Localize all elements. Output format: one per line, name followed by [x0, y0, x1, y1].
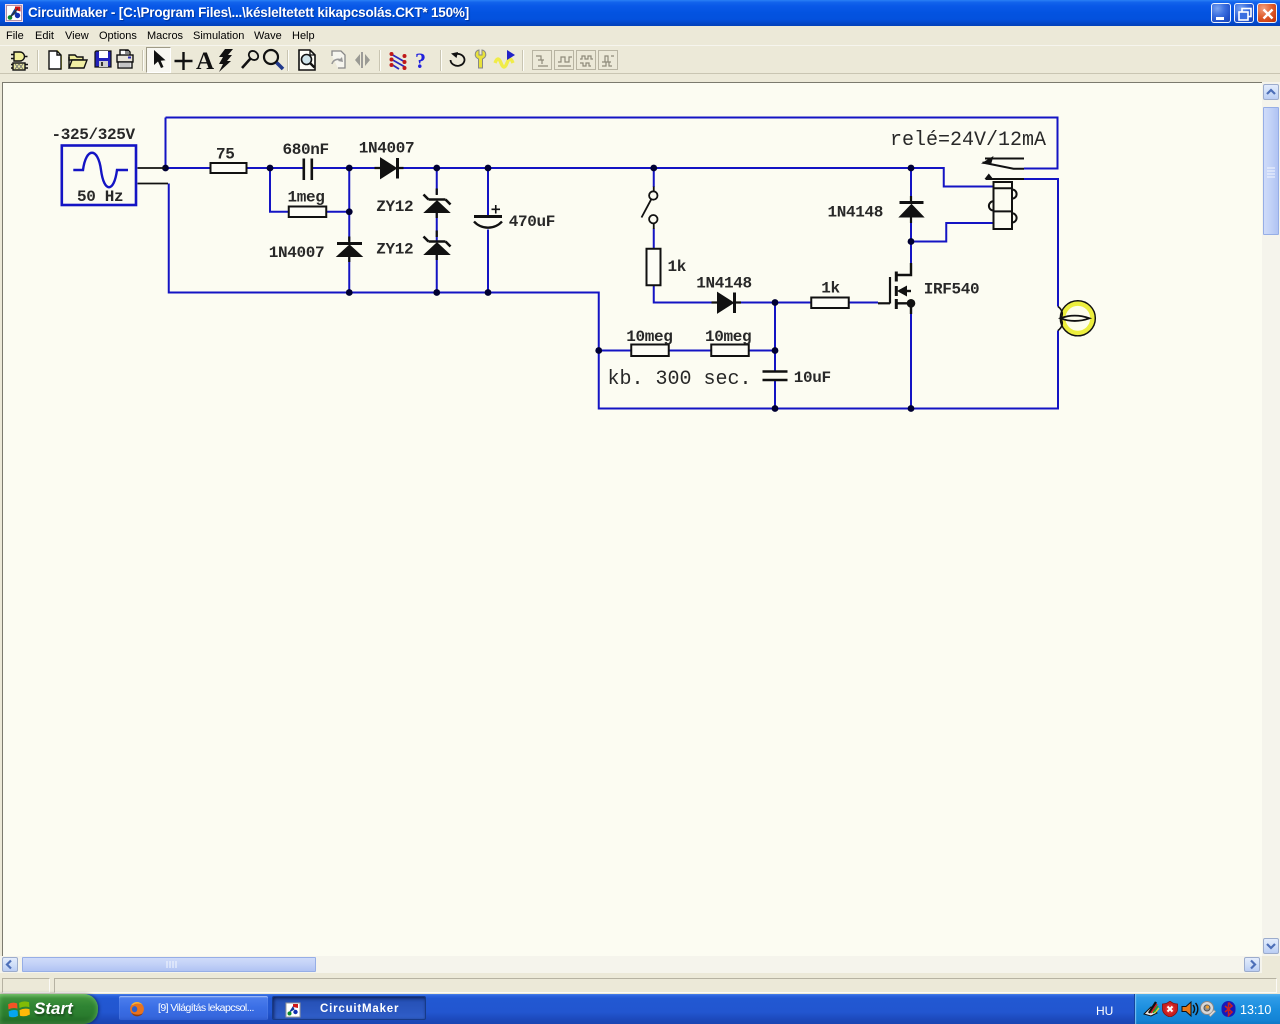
svg-text:10meg: 10meg	[626, 328, 672, 346]
svg-text:ZY12: ZY12	[376, 241, 413, 259]
svg-text:50 Hz: 50 Hz	[77, 188, 123, 206]
svg-text:1N4007: 1N4007	[269, 244, 325, 262]
svg-text:75: 75	[216, 146, 235, 164]
svg-text:10meg: 10meg	[705, 328, 751, 346]
svg-text:ZY12: ZY12	[376, 198, 413, 216]
svg-text:1meg: 1meg	[288, 189, 325, 207]
svg-text:IRF540: IRF540	[924, 281, 980, 299]
svg-text:10uF: 10uF	[794, 369, 831, 387]
svg-text:1N4007: 1N4007	[359, 140, 415, 158]
svg-text:680nF: 680nF	[283, 141, 329, 159]
svg-text:1N4148: 1N4148	[828, 204, 884, 222]
svg-text:470uF: 470uF	[509, 213, 555, 231]
svg-text:kb. 300 sec.: kb. 300 sec.	[608, 368, 752, 391]
svg-text:-325/325V: -325/325V	[52, 126, 136, 144]
svg-text:1k: 1k	[821, 280, 840, 298]
svg-text:1k: 1k	[668, 258, 687, 276]
svg-text:1N4148: 1N4148	[696, 275, 752, 293]
svg-text:A: A	[196, 48, 214, 74]
svg-text:?: ?	[415, 48, 426, 73]
svg-text:relé=24V/12mA: relé=24V/12mA	[890, 129, 1046, 152]
